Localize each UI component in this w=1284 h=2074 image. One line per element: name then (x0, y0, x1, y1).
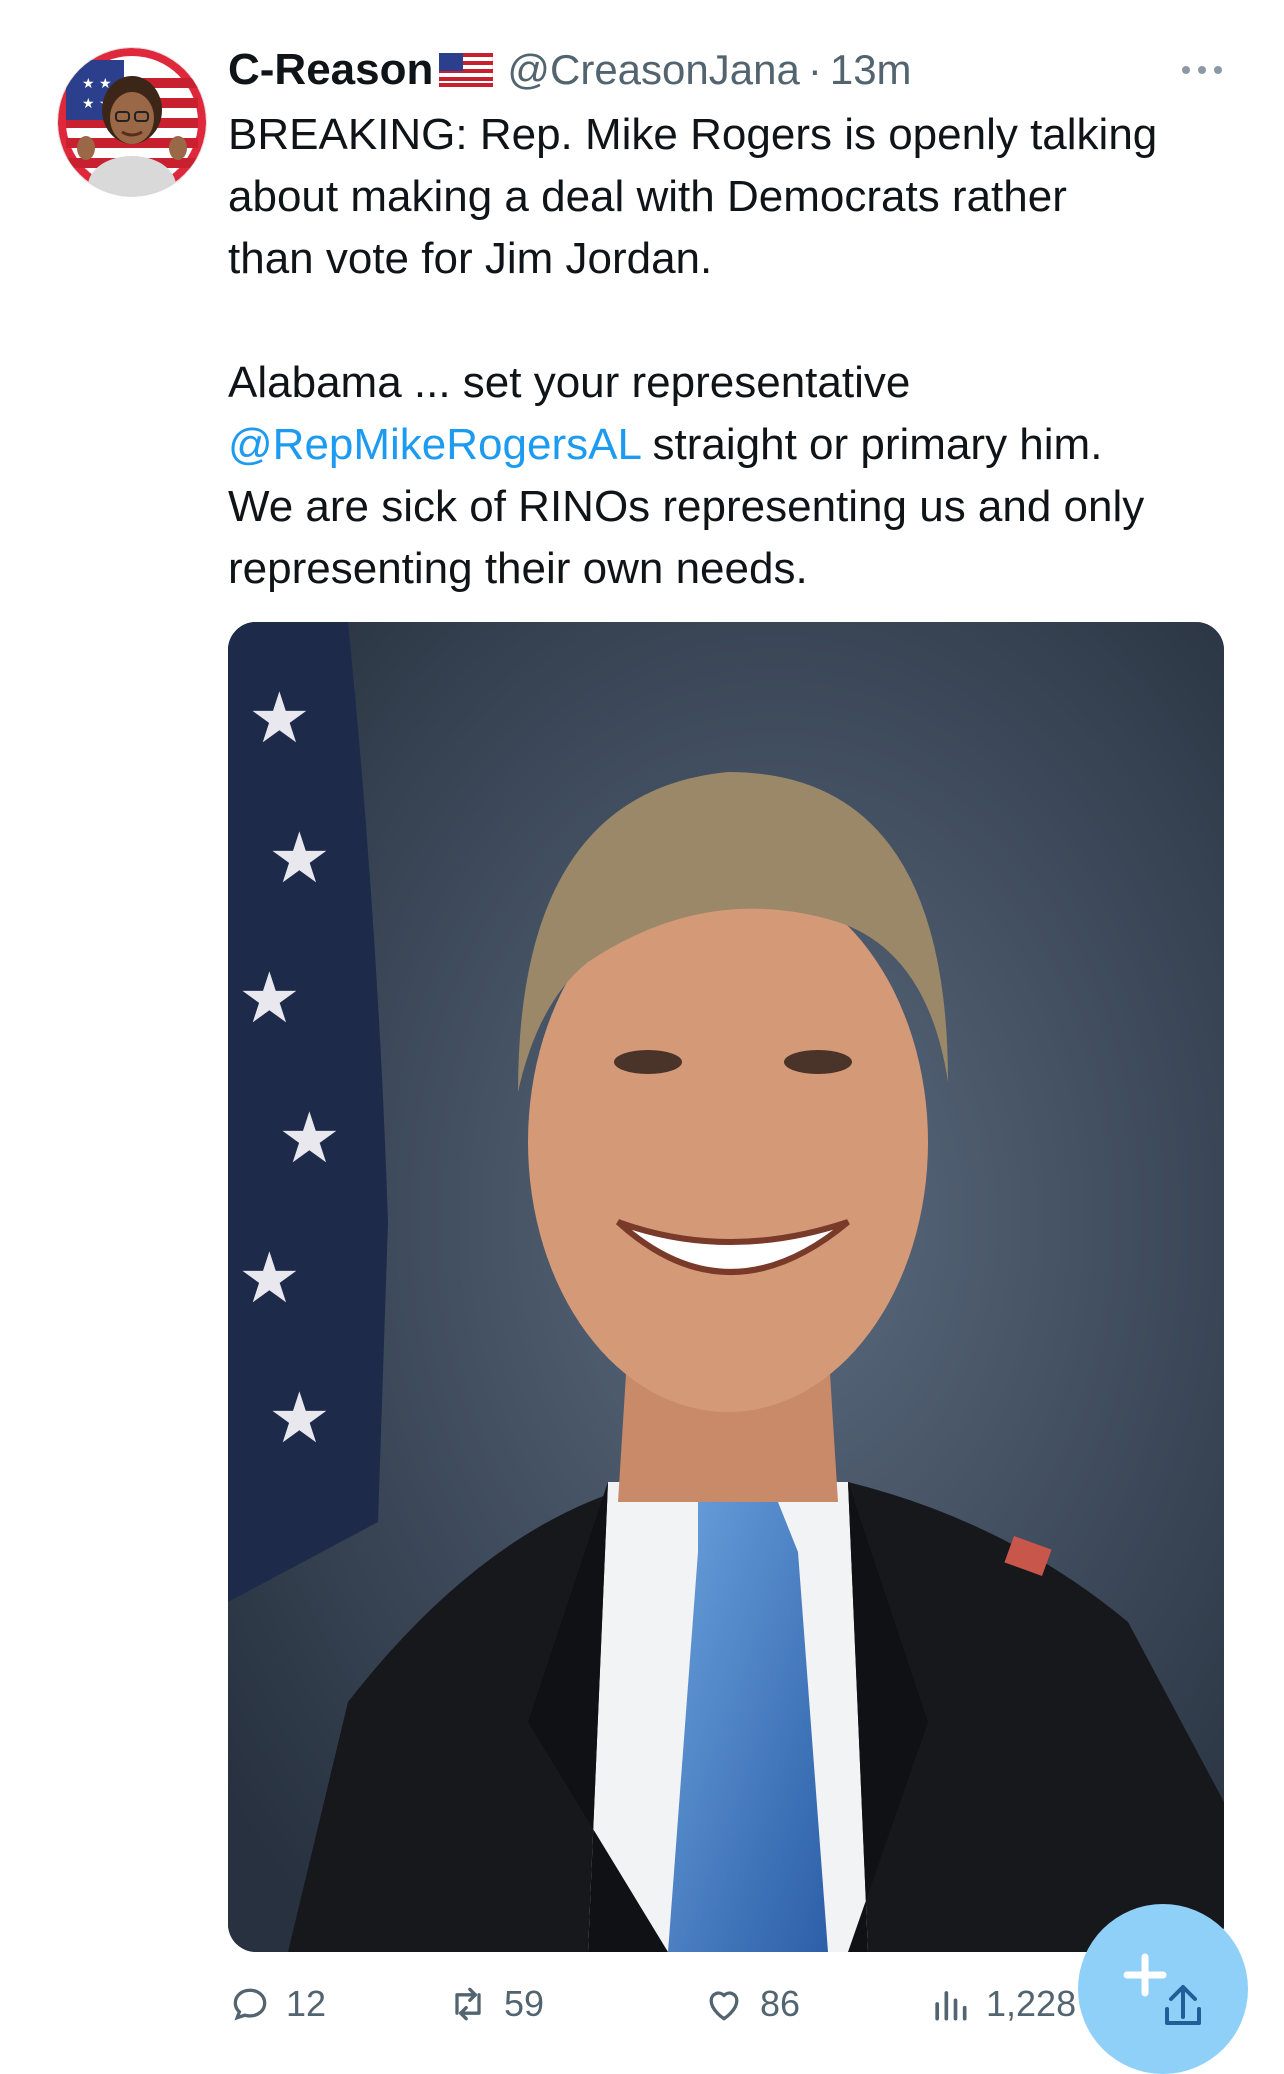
tweet-actions: 12 59 86 1,228 (228, 1972, 1088, 2036)
retweet-button[interactable]: 59 (446, 1972, 544, 2036)
tweet-text-line: We are sick of RINOs representing us and… (228, 482, 1145, 531)
svg-text:★: ★ (268, 1377, 331, 1459)
avatar-image: ★ ★ ★ ★ (58, 48, 206, 196)
tweet-text-line: than vote for Jim Jordan. (228, 234, 713, 283)
reply-count: 12 (286, 1983, 327, 2024)
heart-icon (709, 1991, 739, 2021)
views-chart-icon (935, 1991, 967, 2021)
tweet-text-line: Alabama ... set your representative (228, 358, 911, 407)
reply-button[interactable]: 12 (228, 1972, 326, 2036)
tweet-text-line-with-mention: @RepMikeRogersAL straight or primary him… (228, 414, 1238, 476)
svg-text:★: ★ (248, 677, 311, 759)
tweet-photo[interactable]: ★ ★ ★ ★ ★ ★ (228, 622, 1224, 1952)
tweet-text: BREAKING: Rep. Mike Rogers is openly tal… (228, 104, 1238, 600)
flag-us-icon (438, 52, 494, 88)
like-count: 86 (760, 1983, 801, 2024)
tweet-time[interactable]: 13m (830, 46, 912, 94)
portrait-image: ★ ★ ★ ★ ★ ★ (228, 622, 1224, 1952)
svg-text:★ ★: ★ ★ (82, 76, 112, 92)
mention-link[interactable]: @RepMikeRogersAL (228, 420, 640, 469)
author-avatar[interactable]: ★ ★ ★ ★ (58, 48, 206, 196)
retweet-count: 59 (504, 1983, 545, 2024)
tweet-text-segment: straight or primary him. (640, 420, 1103, 469)
svg-text:★: ★ (238, 1237, 301, 1319)
reply-icon (233, 1988, 267, 2021)
more-options-icon[interactable] (1180, 40, 1224, 100)
tweet-header: C-Reason @CreasonJana · 13m (228, 40, 1224, 100)
compose-plus-icon (1123, 1953, 1201, 2025)
tweet-text-line: about making a deal with Democrats rathe… (228, 172, 1067, 221)
tweet-text-line: representing their own needs. (228, 544, 808, 593)
view-count: 1,228 (986, 1983, 1077, 2024)
views-button[interactable]: 1,228 (928, 1972, 1076, 2036)
svg-text:★: ★ (238, 957, 301, 1039)
retweet-icon (455, 1987, 481, 2021)
svg-text:★: ★ (268, 817, 331, 899)
tweet-text-line: BREAKING: Rep. Mike Rogers is openly tal… (228, 110, 1158, 159)
compose-tweet-button[interactable] (1078, 1904, 1248, 2074)
separator-dot: · (807, 46, 822, 93)
author-handle[interactable]: @CreasonJana (507, 46, 799, 94)
like-button[interactable]: 86 (702, 1972, 800, 2036)
author-name[interactable]: C-Reason (228, 45, 433, 95)
svg-text:★: ★ (278, 1097, 341, 1179)
